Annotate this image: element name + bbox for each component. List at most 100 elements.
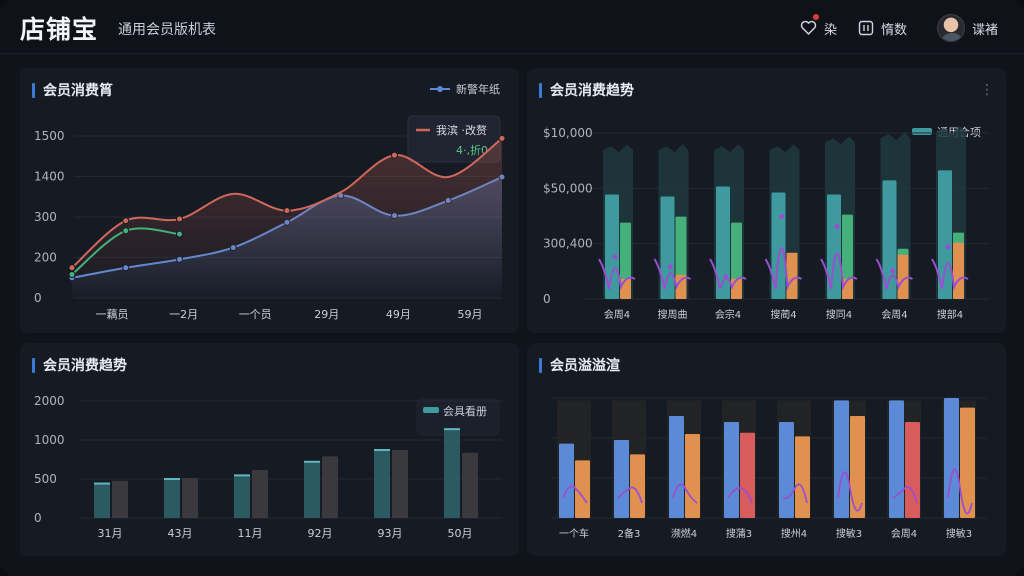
legend-marker: [437, 86, 443, 92]
x-tick-label: 11月: [238, 527, 263, 540]
bar-chart: 通用合项 $10,000$50,000300,4000会周4搜周曲会宗4搜蔺4搜…: [543, 125, 989, 321]
bar: [304, 461, 320, 518]
legend-swatch: [912, 128, 932, 135]
y-tick-label: 300,400: [543, 237, 593, 251]
bar: [944, 398, 959, 518]
data-point: [945, 244, 951, 250]
x-tick-label: 搜部4: [937, 308, 963, 321]
data-point: [176, 230, 183, 238]
x-tick-label: 31月: [98, 527, 123, 540]
bar: [669, 416, 684, 518]
x-tick-label: 搜敏3: [836, 527, 862, 540]
bar: [322, 456, 338, 518]
data-point: [391, 151, 398, 159]
dashboard-app: 店铺宝 通用会员版机表 染 惰数 谍褚 会员消费筲 新警年纸 我滨 ·改赘 4·…: [0, 0, 1024, 576]
bar: [905, 422, 920, 518]
data-point: [68, 264, 76, 272]
data-point: [834, 224, 840, 230]
x-tick-label: 搜蔺4: [770, 308, 796, 321]
bar-chart: 一个车 2备3 濒燃4 搜蒲3 搜州4 搜敏3 会周4 搜敏3: [551, 397, 987, 540]
panel-member-trend-bars: 会员消费趋势 会具看册 2000 1000 500 0 31月 43月 11月 92月 93月 5…: [20, 343, 519, 556]
messages-label: 惰数: [881, 22, 908, 38]
bar: [182, 478, 198, 518]
x-tick-label: 93月: [378, 527, 403, 540]
legend-swatch: [423, 407, 439, 413]
bar: [462, 452, 478, 518]
bar: [252, 469, 268, 518]
bar: [889, 400, 904, 518]
favorites-button[interactable]: 染: [800, 14, 838, 40]
y-tick-label: 2000: [34, 394, 65, 408]
messages-button[interactable]: 惰数: [858, 16, 907, 40]
data-point: [890, 268, 895, 274]
x-tick-label: 一藕员: [96, 308, 129, 321]
x-tick-label: 濒燃4: [671, 527, 697, 540]
tooltip-title: 我滨 ·改赘: [436, 123, 487, 137]
bar: [834, 400, 849, 518]
y-tick-label: 0: [543, 292, 551, 306]
x-tick-label: 92月: [308, 527, 333, 540]
avatar: [937, 14, 965, 42]
bar: [953, 242, 964, 299]
bar: [786, 252, 798, 299]
top-bar: 店铺宝 通用会员版机表 染 惰数 谍褚: [0, 0, 1024, 54]
heart-icon: [800, 14, 819, 36]
bar-chart: 会具看册 2000 1000 500 0 31月 43月 11月 92月 93月 50月: [34, 394, 502, 540]
panel-member-overflow-bars: 会员溢溢渲 一个车 2备3 濒燃4 搜蒲3 搜州4 搜敏3 会周4 搜敏3: [527, 343, 1006, 556]
bar: [731, 278, 742, 299]
y-tick-label: 1400: [34, 170, 65, 184]
legend[interactable]: 新警年纸: [430, 82, 500, 96]
x-tick-label: 2备3: [618, 527, 641, 540]
line-chart: 新警年纸 我滨 ·改赘 4·,折0 150014003002000一藕员 一2月一…: [34, 82, 506, 321]
y-tick-label: 1500: [34, 129, 65, 143]
data-point: [498, 134, 506, 142]
legend-label: 会具看册: [443, 404, 487, 418]
data-point: [122, 217, 130, 225]
bar: [630, 454, 645, 518]
y-tick-label: 1000: [34, 433, 65, 447]
y-tick-label: 500: [34, 472, 57, 486]
favorites-label: 染: [824, 22, 838, 38]
bar: [94, 483, 110, 518]
x-tick-label: 搜蒲3: [726, 527, 752, 540]
data-point: [283, 207, 291, 215]
bar: [685, 434, 700, 518]
x-tick-label: 会周4: [604, 308, 630, 321]
data-point: [68, 270, 76, 278]
x-tick-label: 搜同4: [826, 308, 852, 321]
x-tick-label: 搜周曲: [658, 308, 688, 321]
message-icon: [858, 20, 874, 36]
bar: [374, 449, 390, 518]
y-tick-label: $50,000: [543, 181, 593, 195]
bar: [842, 278, 853, 299]
x-tick-label: 一2月: [169, 308, 198, 321]
bar: [795, 436, 810, 518]
bar: [559, 443, 574, 518]
app-logo: 店铺宝: [20, 15, 99, 44]
x-tick-label: 一个员: [239, 308, 272, 321]
user-menu[interactable]: 谍褚: [937, 13, 998, 43]
page-subtitle: 通用会员版机表: [118, 22, 216, 38]
bar: [620, 278, 631, 299]
bar: [444, 429, 460, 518]
x-tick-label: 59月: [458, 308, 483, 321]
notification-dot: [813, 14, 819, 20]
data-point: [668, 264, 673, 270]
x-tick-label: 会周4: [881, 308, 907, 321]
x-tick-label: 29月: [314, 308, 339, 321]
data-point: [779, 214, 784, 220]
x-tick-label: 搜敏3: [946, 527, 972, 540]
y-tick-label: 200: [34, 251, 57, 265]
user-name: 谍褚: [972, 22, 999, 38]
bar: [614, 440, 629, 518]
bar: [740, 432, 755, 518]
x-tick-label: 一个车: [559, 527, 589, 540]
data-point: [122, 227, 130, 235]
data-point: [612, 254, 618, 260]
y-tick-label: 300: [34, 210, 57, 224]
bar: [392, 449, 408, 518]
y-tick-label: 0: [34, 291, 42, 305]
bar: [779, 422, 794, 518]
panel-member-consumption-bars: 会员消费趋势 ⋮ 通用合项 $10,000$50,000300,4000会周4搜…: [527, 68, 1006, 333]
data-point: [723, 274, 729, 280]
